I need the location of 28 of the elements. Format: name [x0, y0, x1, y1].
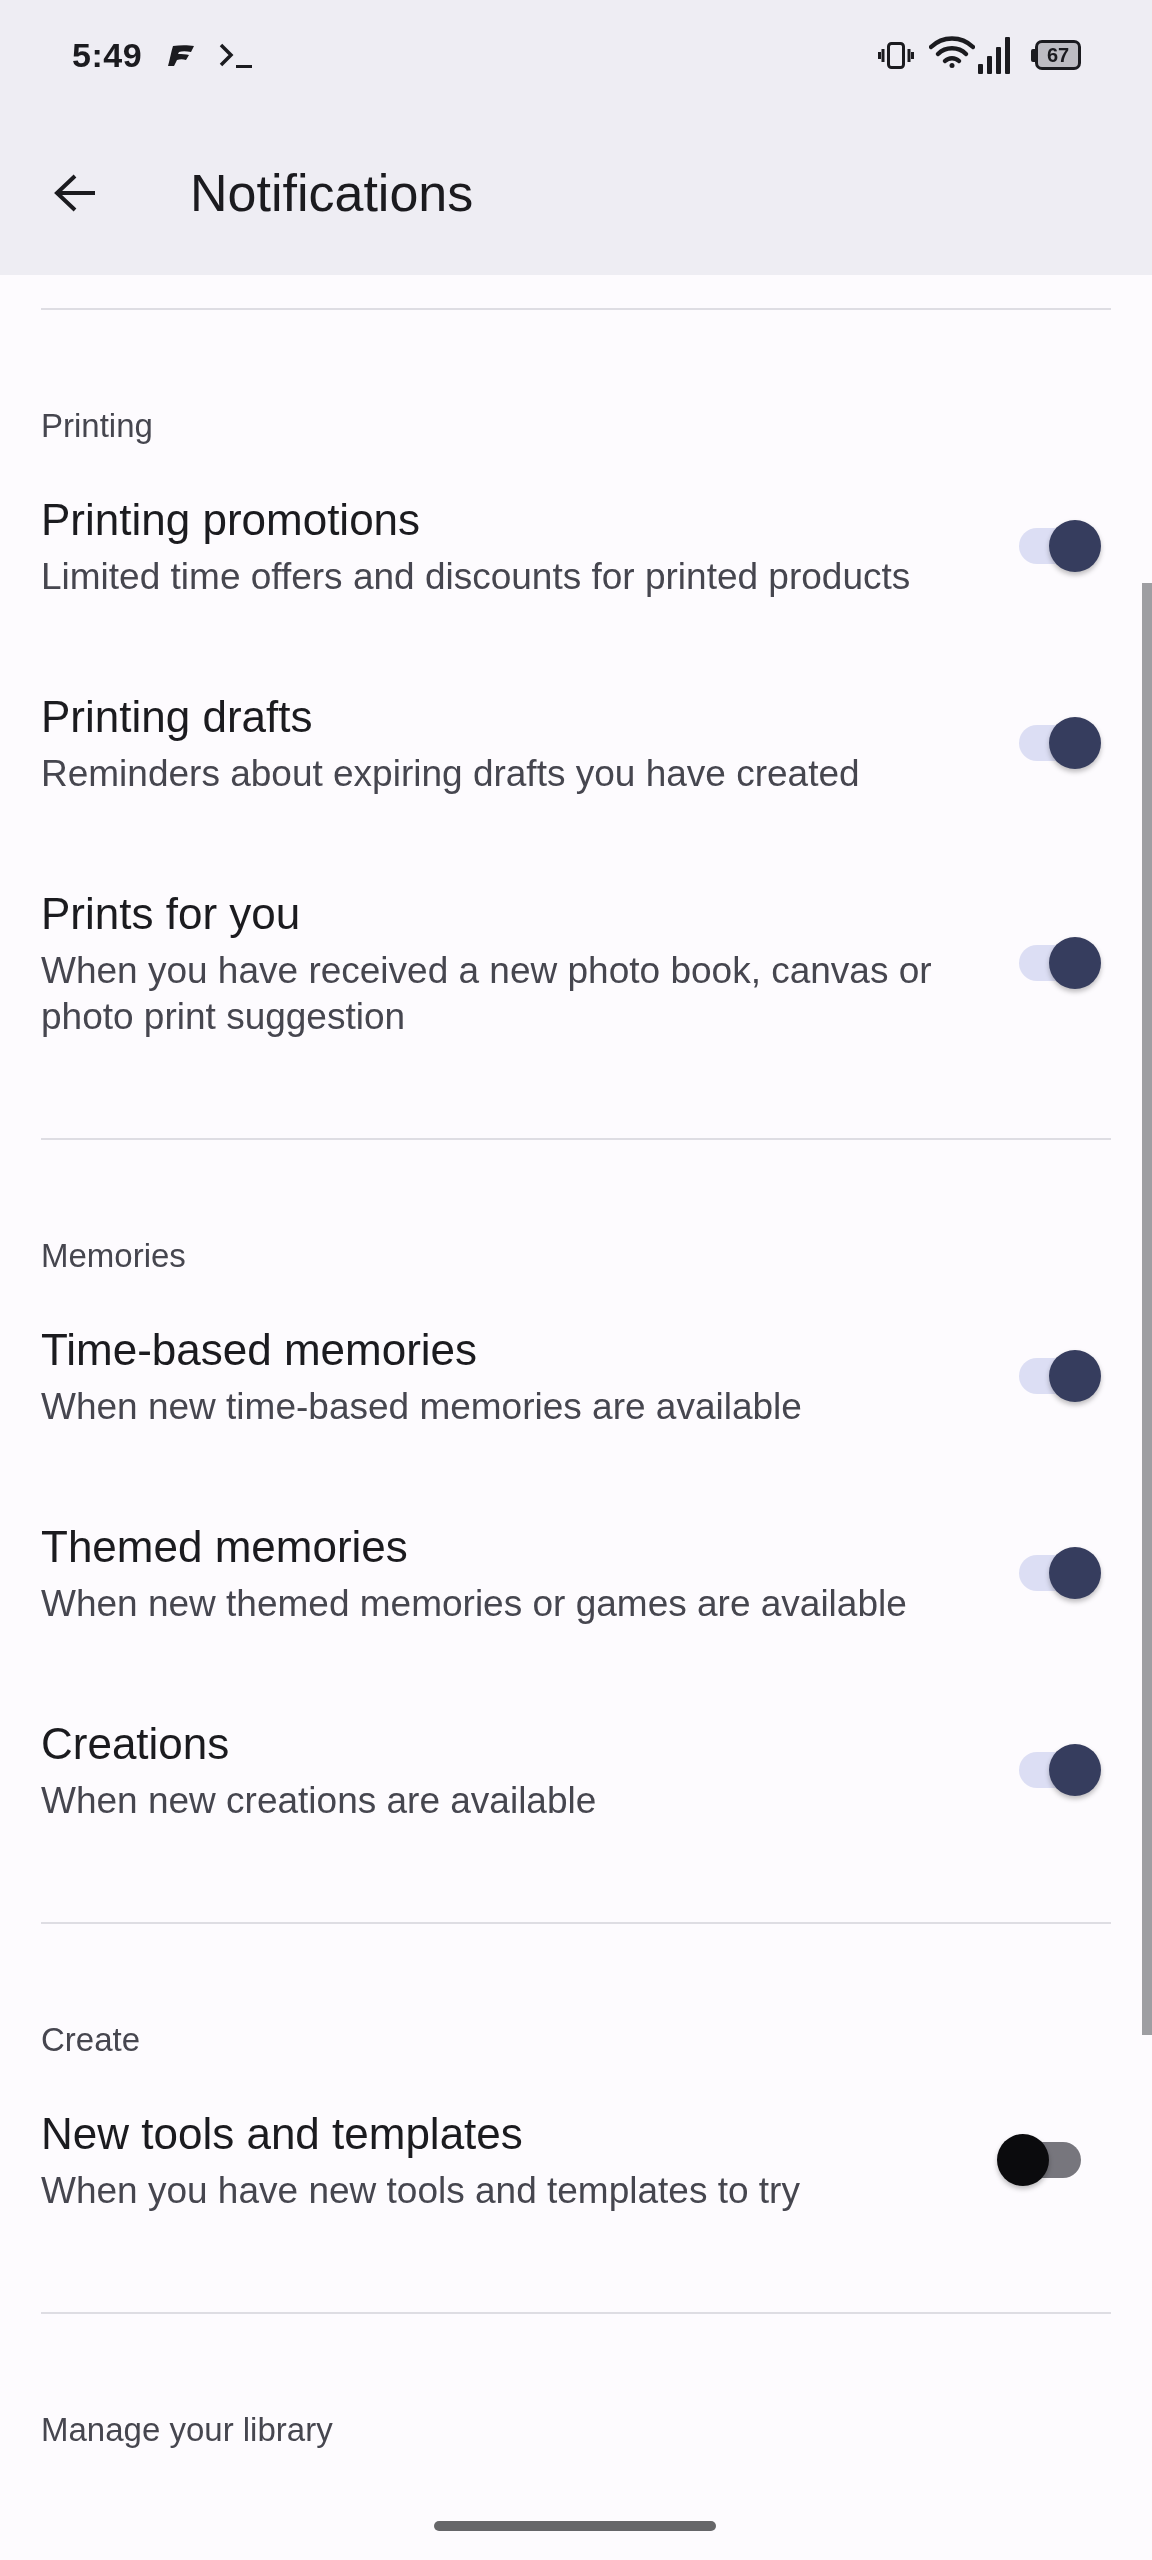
wifi-icon — [929, 36, 975, 68]
terminal-icon — [218, 41, 254, 69]
app-logo-icon — [168, 44, 195, 66]
back-button[interactable] — [53, 172, 97, 213]
page-title: Notifications — [190, 162, 474, 224]
vibrate-icon — [878, 41, 914, 69]
section-header: Printing — [41, 406, 153, 446]
setting-title: Time-based memories — [41, 1324, 478, 1376]
signal-icon — [978, 36, 1011, 74]
setting-description: When new time-based memories are available — [41, 1385, 802, 1429]
setting-title: New tools and templates — [41, 2108, 523, 2160]
setting-description: When you have new tools and templates to try — [41, 2169, 800, 2213]
setting-title: Creations — [41, 1718, 230, 1770]
section-header: Manage your library — [41, 2410, 333, 2450]
setting-description: When new themed memories or games are available — [41, 1582, 907, 1626]
setting-description: Reminders about expiring drafts you have created — [41, 752, 860, 796]
arrow-left-icon — [53, 172, 97, 213]
setting-description: When you have received a new photo book, canvas or photo print suggestion — [41, 949, 933, 1039]
setting-description: Limited time offers and discounts for printed products — [41, 555, 911, 599]
setting-title: Prints for you — [41, 888, 301, 940]
section-header: Memories — [41, 1236, 186, 1276]
status-time: 5:49 — [72, 35, 143, 75]
setting-title: Printing promotions — [41, 494, 421, 546]
battery-indicator: 67 — [1031, 40, 1081, 70]
setting-description: When new creations are available — [41, 1779, 597, 1823]
setting-title: Printing drafts — [41, 691, 313, 743]
section-header: Create — [41, 2020, 141, 2060]
setting-title: Themed memories — [41, 1521, 408, 1573]
